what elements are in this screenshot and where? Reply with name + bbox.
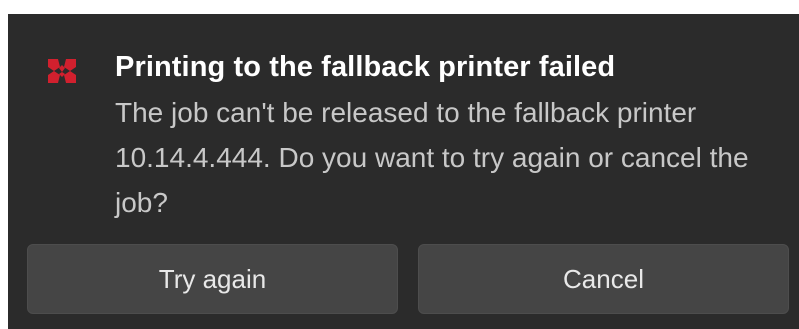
notification-title: Printing to the fallback printer failed xyxy=(115,51,616,83)
kyocera-logo-icon xyxy=(46,55,78,87)
notification-content: Printing to the fallback printer failed … xyxy=(115,50,791,225)
cancel-button[interactable]: Cancel xyxy=(418,244,789,314)
action-buttons: Try again Cancel xyxy=(27,244,789,314)
notification-toast: Printing to the fallback printer failed … xyxy=(8,14,799,329)
notification-message: The job can't be released to the fallbac… xyxy=(115,97,749,218)
try-again-button[interactable]: Try again xyxy=(27,244,398,314)
